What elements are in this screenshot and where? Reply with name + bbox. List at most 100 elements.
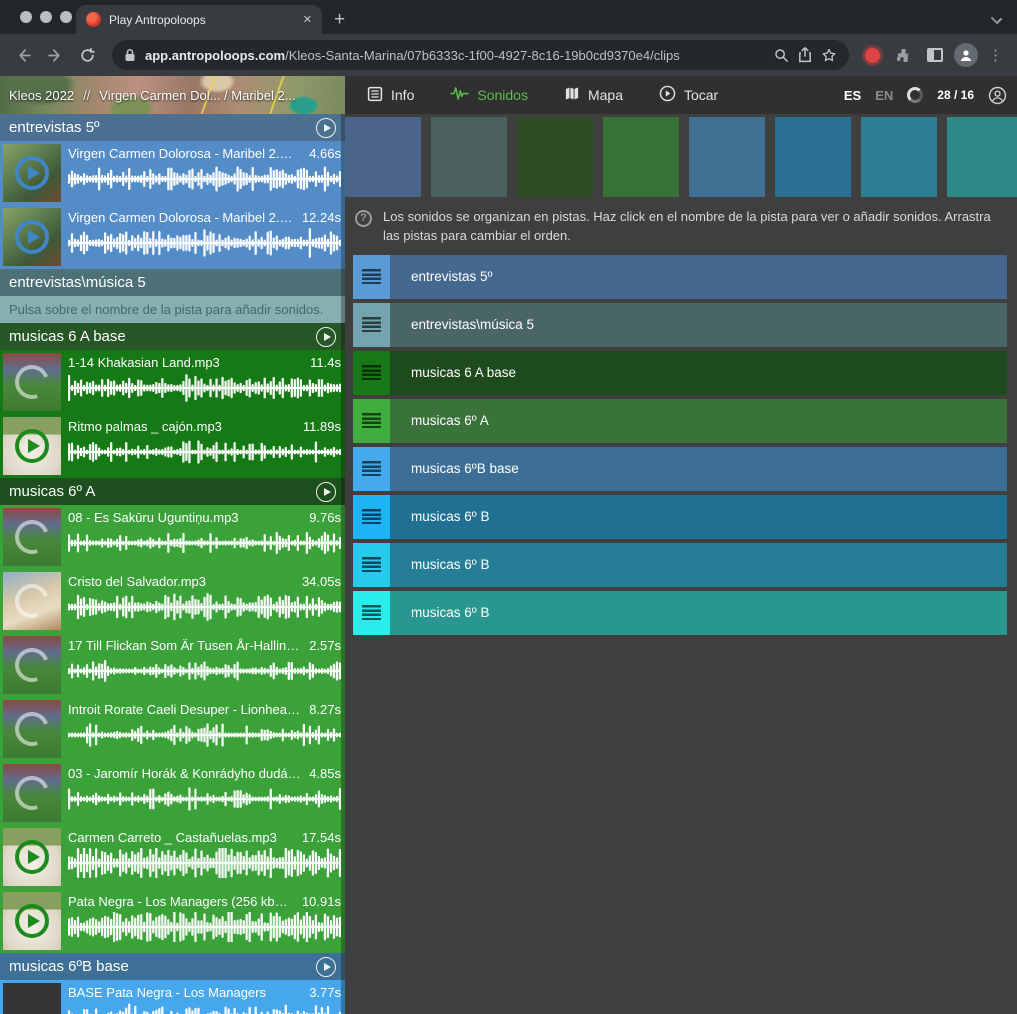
window-close-button[interactable]	[20, 11, 32, 23]
recording-indicator-icon[interactable]	[865, 48, 880, 63]
clip-row[interactable]: Virgen Carmen Dolorosa - Maribel 2.mp312…	[0, 205, 345, 269]
clip-thumbnail[interactable]	[3, 353, 61, 411]
clip-row[interactable]: Carmen Carreto _ Castañuelas.mp317.54s	[0, 825, 345, 889]
clip-row[interactable]: Virgen Carmen Dolorosa - Maribel 2.mp34.…	[0, 141, 345, 205]
track-row[interactable]: musicas 6º A	[353, 399, 1007, 443]
clip-thumbnail[interactable]	[3, 764, 61, 822]
browser-tab[interactable]: Play Antropoloops ✕	[76, 5, 322, 34]
hint-bar: ? Los sonidos se organizan en pistas. Ha…	[345, 197, 1017, 246]
bookmark-star-icon[interactable]	[821, 48, 837, 63]
nav-item-tocar[interactable]: Tocar	[659, 85, 718, 105]
section-play-button[interactable]	[316, 482, 336, 502]
breadcrumb-trail[interactable]: Virgen Carmen Dol... / Maribel 2...	[99, 88, 295, 103]
track-row[interactable]: musicas 6ºB base	[353, 447, 1007, 491]
address-bar[interactable]: app.antropoloops.com/Kleos-Santa-Marina/…	[112, 40, 849, 70]
clip-thumbnail[interactable]	[3, 417, 61, 475]
clip-duration: 8.27s	[309, 702, 341, 717]
clip-thumbnail[interactable]	[3, 892, 61, 950]
clip-title-row: Pata Negra - Los Managers (256 kbps).mp3…	[68, 894, 341, 909]
track-color-tile	[517, 117, 593, 197]
section-header[interactable]: entrevistas 5º	[0, 114, 345, 141]
track-row[interactable]: entrevistas 5º	[353, 255, 1007, 299]
language-en-button[interactable]: EN	[875, 88, 893, 103]
drag-handle[interactable]	[353, 495, 390, 539]
clip-row[interactable]: 1-14 Khakasian Land.mp311.4s	[0, 350, 345, 414]
clip-title-row: 08 - Es Sakūru Uguntiņu.mp39.76s	[68, 510, 341, 525]
nav-item-sonidos[interactable]: Sonidos	[450, 86, 528, 104]
tab-close-icon[interactable]: ✕	[303, 13, 312, 26]
clip-title-row: Carmen Carreto _ Castañuelas.mp317.54s	[68, 830, 341, 845]
nav-item-info[interactable]: Info	[367, 86, 414, 105]
clip-row[interactable]: Introit Rorate Caeli Desuper - Lionheart…	[0, 697, 345, 761]
tab-search-chevron-icon[interactable]	[992, 14, 1001, 23]
clip-row[interactable]: 08 - Es Sakūru Uguntiņu.mp39.76s	[0, 505, 345, 569]
drag-handle[interactable]	[353, 447, 390, 491]
clip-name: Virgen Carmen Dolorosa - Maribel 2.mp3	[68, 210, 294, 225]
drag-handle[interactable]	[353, 399, 390, 443]
track-row-body[interactable]: musicas 6ºB base	[390, 447, 1007, 491]
breadcrumb[interactable]: Kleos 2022 // Virgen Carmen Dol... / Mar…	[0, 76, 345, 114]
track-row-body[interactable]: musicas 6º B	[390, 543, 1007, 587]
account-icon[interactable]	[988, 86, 1007, 105]
track-color-tile	[689, 117, 765, 197]
clip-thumbnail[interactable]	[3, 208, 61, 266]
track-row-body[interactable]: entrevistas 5º	[390, 255, 1007, 299]
track-row[interactable]: musicas 6º B	[353, 591, 1007, 635]
side-panel-icon[interactable]	[922, 42, 948, 68]
track-color-tile	[775, 117, 851, 197]
track-row[interactable]: musicas 6 A base	[353, 351, 1007, 395]
section-header[interactable]: musicas 6 A base	[0, 323, 345, 350]
track-row[interactable]: musicas 6º B	[353, 495, 1007, 539]
section-play-button[interactable]	[316, 957, 336, 977]
drag-handle[interactable]	[353, 303, 390, 347]
clip-row[interactable]: Pata Negra - Los Managers (256 kbps).mp3…	[0, 889, 345, 953]
clip-thumbnail[interactable]	[3, 572, 61, 630]
track-color-tile	[603, 117, 679, 197]
clip-thumbnail[interactable]	[3, 508, 61, 566]
clip-thumbnail[interactable]	[3, 828, 61, 886]
clip-name: 08 - Es Sakūru Uguntiņu.mp3	[68, 510, 301, 525]
share-icon[interactable]	[798, 47, 812, 63]
track-row[interactable]: entrevistas\música 5	[353, 303, 1007, 347]
clip-thumbnail[interactable]	[3, 983, 61, 1014]
section-header[interactable]: entrevistas\música 5	[0, 269, 345, 296]
reload-button[interactable]	[74, 42, 100, 68]
drag-handle[interactable]	[353, 591, 390, 635]
section-play-button[interactable]	[316, 118, 336, 138]
clip-thumbnail[interactable]	[3, 144, 61, 202]
drag-handle[interactable]	[353, 255, 390, 299]
clip-row[interactable]: Cristo del Salvador.mp334.05s	[0, 569, 345, 633]
section-play-button[interactable]	[316, 327, 336, 347]
breadcrumb-project[interactable]: Kleos 2022	[9, 88, 74, 103]
new-tab-button[interactable]: +	[334, 5, 345, 34]
track-row-body[interactable]: musicas 6º A	[390, 399, 1007, 443]
section-header[interactable]: musicas 6º A	[0, 478, 345, 505]
track-row-body[interactable]: musicas 6 A base	[390, 351, 1007, 395]
zoom-icon[interactable]	[774, 48, 789, 63]
clip-row[interactable]: Ritmo palmas _ cajón.mp311.89s	[0, 414, 345, 478]
track-row-body[interactable]: musicas 6º B	[390, 495, 1007, 539]
window-zoom-button[interactable]	[60, 11, 72, 23]
nav-item-mapa[interactable]: Mapa	[564, 86, 623, 104]
track-row-body[interactable]: entrevistas\música 5	[390, 303, 1007, 347]
clip-row[interactable]: 17 Till Flickan Som Är Tusen År-Halling …	[0, 633, 345, 697]
lock-icon[interactable]	[124, 48, 136, 62]
clip-thumbnail[interactable]	[3, 636, 61, 694]
back-button[interactable]	[10, 42, 36, 68]
section-header[interactable]: musicas 6ºB base	[0, 953, 345, 980]
drag-handle[interactable]	[353, 351, 390, 395]
clip-thumbnail[interactable]	[3, 700, 61, 758]
window-controls[interactable]	[20, 11, 72, 23]
forward-button[interactable]	[42, 42, 68, 68]
track-row-body[interactable]: musicas 6º B	[390, 591, 1007, 635]
profile-avatar[interactable]	[954, 43, 978, 67]
window-minimize-button[interactable]	[40, 11, 52, 23]
extensions-puzzle-icon[interactable]	[890, 42, 916, 68]
track-row[interactable]: musicas 6º B	[353, 543, 1007, 587]
drag-handle[interactable]	[353, 543, 390, 587]
browser-menu-icon[interactable]: ⋮	[984, 46, 1007, 64]
clip-name: Pata Negra - Los Managers (256 kbps).mp3	[68, 894, 294, 909]
clip-row[interactable]: BASE Pata Negra - Los Managers3.77s	[0, 980, 345, 1014]
clip-row[interactable]: 03 - Jaromír Horák & Konrádyho dudácká .…	[0, 761, 345, 825]
language-es-button[interactable]: ES	[844, 88, 861, 103]
